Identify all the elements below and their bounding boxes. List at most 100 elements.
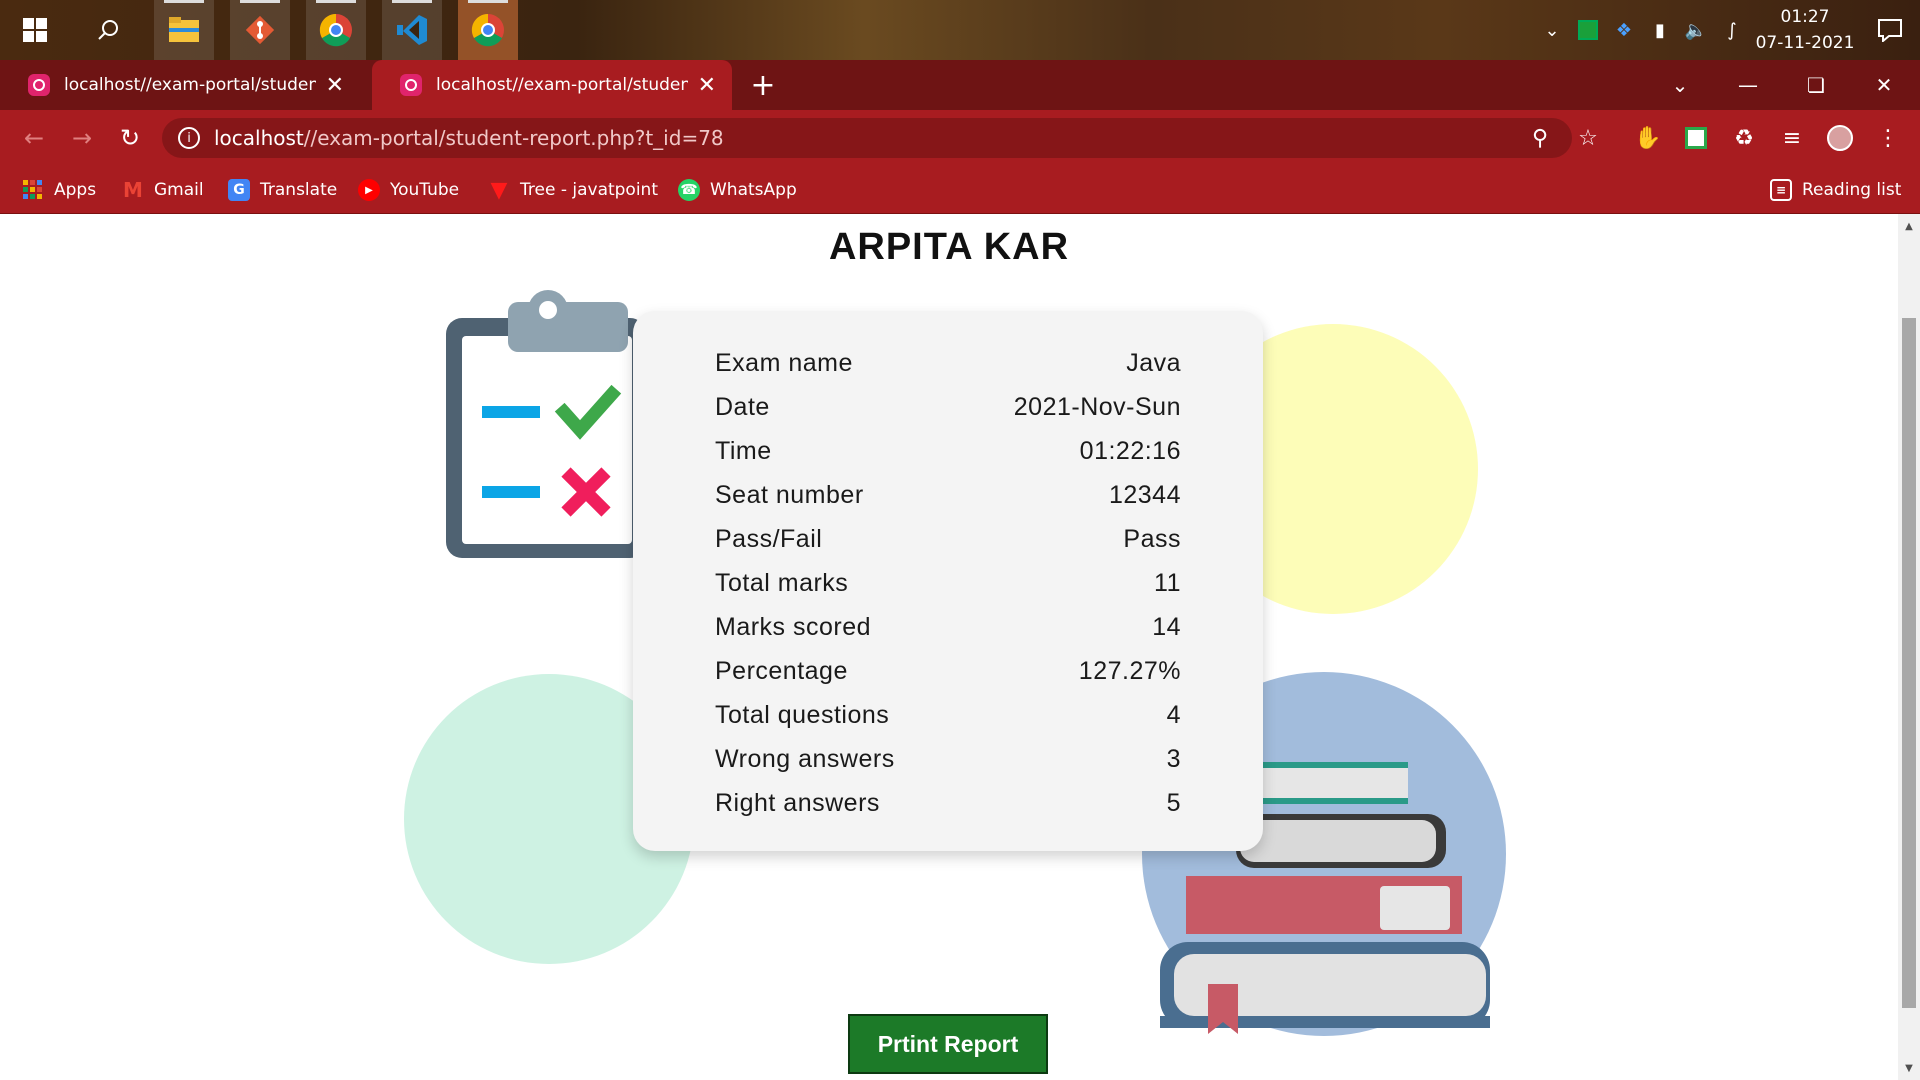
media-queue-icon[interactable]: ≡ — [1772, 118, 1812, 158]
notification-icon[interactable] — [1860, 0, 1920, 60]
app-tray-icon[interactable] — [1570, 0, 1606, 60]
scrollbar-thumb[interactable] — [1902, 318, 1916, 1008]
scroll-down-arrow-icon[interactable]: ▼ — [1898, 1058, 1920, 1078]
tab-search-chevron-icon[interactable]: ⌄ — [1646, 60, 1714, 110]
print-report-button[interactable]: Prtint Report — [848, 1014, 1048, 1074]
close-window-icon[interactable]: ✕ — [1850, 60, 1918, 110]
system-tray: ⌄ ❖ ▮ 🔈 ∫ 01:27 07-11-2021 — [1534, 0, 1920, 60]
bookmark-label: Translate — [260, 180, 338, 200]
chrome-active-icon[interactable] — [458, 0, 518, 60]
whatsapp-icon: ☎ — [678, 179, 700, 201]
row-label: Pass/Fail — [715, 524, 823, 553]
clock-time: 01:27 — [1780, 7, 1830, 27]
report-row-date: Date 2021-Nov-Sun — [715, 385, 1181, 429]
address-bar[interactable]: i localhost //exam-portal/student-report… — [162, 118, 1572, 158]
bookmark-star-icon[interactable]: ☆ — [1568, 118, 1608, 158]
clock-date: 07-11-2021 — [1755, 33, 1855, 53]
report-row-marks-scored: Marks scored 14 — [715, 605, 1181, 649]
row-value: 4 — [1166, 700, 1181, 729]
minimize-icon[interactable]: — — [1714, 60, 1782, 110]
row-label: Total marks — [715, 568, 849, 597]
bookmark-whatsapp[interactable]: ☎ WhatsApp — [678, 166, 797, 214]
row-label: Right answers — [715, 788, 880, 817]
report-row-total-marks: Total marks 11 — [715, 561, 1181, 605]
site-favicon-icon — [400, 74, 422, 96]
bookmark-youtube[interactable]: ▶ YouTube — [358, 166, 459, 214]
git-icon[interactable] — [230, 0, 290, 60]
battery-icon[interactable]: ▮ — [1642, 0, 1678, 60]
chevron-up-icon[interactable]: ⌄ — [1534, 0, 1570, 60]
bookmark-gmail[interactable]: M Gmail — [122, 166, 204, 214]
report-row-wrong-answers: Wrong answers 3 — [715, 737, 1181, 781]
back-arrow-icon[interactable]: ← — [10, 110, 58, 166]
bookmark-translate[interactable]: G Translate — [228, 166, 337, 214]
forward-arrow-icon[interactable]: → — [58, 110, 106, 166]
bookmark-label: YouTube — [390, 180, 460, 200]
report-row-percentage: Percentage 127.27% — [715, 649, 1181, 693]
tab-student-report-1[interactable]: localhost//exam-portal/student-r ✕ — [0, 60, 360, 110]
volume-icon[interactable]: 🔈 — [1678, 0, 1714, 60]
windows-start-icon[interactable] — [5, 0, 65, 60]
vscode-icon[interactable] — [382, 0, 442, 60]
site-favicon-icon — [28, 74, 50, 96]
new-tab-icon[interactable]: + — [748, 60, 778, 110]
chrome-profile-icon[interactable] — [306, 0, 366, 60]
bookmark-label: Apps — [54, 180, 97, 200]
row-value: 5 — [1166, 788, 1181, 817]
apps-grid-icon — [22, 179, 44, 201]
reading-list-label: Reading list — [1802, 180, 1902, 200]
site-info-icon[interactable]: i — [178, 127, 200, 149]
report-row-seat-number: Seat number 12344 — [715, 473, 1181, 517]
extension-green-icon[interactable] — [1676, 118, 1716, 158]
wifi-icon[interactable]: ∫ — [1714, 0, 1750, 60]
file-explorer-icon[interactable] — [154, 0, 214, 60]
student-name-heading: ARPITA KAR — [828, 226, 1070, 268]
tab-title: localhost//exam-portal/student-r — [436, 75, 688, 95]
row-value: 127.27% — [1078, 656, 1181, 685]
row-label: Marks scored — [715, 612, 872, 641]
close-tab-icon[interactable]: ✕ — [326, 73, 344, 98]
report-row-exam-name: Exam name Java — [715, 341, 1181, 385]
bluetooth-icon[interactable]: ❖ — [1606, 0, 1642, 60]
zoom-icon[interactable]: ⚲ — [1520, 118, 1560, 158]
close-tab-icon[interactable]: ✕ — [698, 73, 716, 98]
row-label: Exam name — [715, 348, 853, 377]
extension-hand-icon[interactable]: ✋ — [1628, 118, 1668, 158]
windows-taskbar: ⌄ ❖ ▮ 🔈 ∫ 01:27 07-11-2021 — [0, 0, 1920, 60]
row-value: 3 — [1166, 744, 1181, 773]
tab-student-report-2[interactable]: localhost//exam-portal/student-r ✕ — [372, 60, 732, 110]
report-row-pass-fail: Pass/Fail Pass — [715, 517, 1181, 561]
report-card: Exam name Java Date 2021-Nov-Sun Time 01:22… — [633, 311, 1263, 851]
tab-title: localhost//exam-portal/student-r — [64, 75, 316, 95]
page-scrollbar[interactable]: ▲ ▼ — [1898, 214, 1920, 1080]
bookmarks-bar: Apps M Gmail G Translate ▶ YouTube ▼ Tre… — [0, 166, 1920, 214]
taskbar-clock[interactable]: 01:27 07-11-2021 — [1750, 4, 1860, 56]
scroll-up-arrow-icon[interactable]: ▲ — [1898, 216, 1920, 236]
reload-icon[interactable]: ↻ — [106, 110, 154, 166]
youtube-icon: ▶ — [358, 179, 380, 201]
bookmark-javatpoint[interactable]: ▼ Tree - javatpoint — [488, 166, 658, 214]
profile-avatar[interactable] — [1820, 118, 1860, 158]
url-host: localhost — [214, 126, 304, 150]
row-value: 2021-Nov-Sun — [1013, 392, 1181, 421]
row-label: Percentage — [715, 656, 848, 685]
report-row-total-questions: Total questions 4 — [715, 693, 1181, 737]
restore-icon[interactable]: ❏ — [1782, 60, 1850, 110]
row-value: 11 — [1154, 568, 1181, 597]
bookmark-apps[interactable]: Apps — [22, 166, 96, 214]
reading-list-button[interactable]: ≡ Reading list — [1770, 166, 1901, 214]
browser-toolbar: ← → ↻ i localhost //exam-portal/student-… — [0, 110, 1920, 166]
search-icon[interactable] — [78, 0, 138, 60]
row-label: Date — [715, 392, 770, 421]
row-value: Java — [1126, 348, 1181, 377]
more-menu-icon[interactable]: ⋮ — [1868, 118, 1908, 158]
url-path: //exam-portal/student-report.php?t_id=78 — [303, 126, 724, 150]
reading-list-icon: ≡ — [1770, 179, 1792, 201]
row-value: Pass — [1123, 524, 1181, 553]
row-value: 14 — [1152, 612, 1181, 641]
report-row-time: Time 01:22:16 — [715, 429, 1181, 473]
row-value: 01:22:16 — [1079, 436, 1181, 465]
extensions-puzzle-icon[interactable]: ♻ — [1724, 118, 1764, 158]
row-label: Wrong answers — [715, 744, 895, 773]
gmail-icon: M — [123, 178, 143, 202]
